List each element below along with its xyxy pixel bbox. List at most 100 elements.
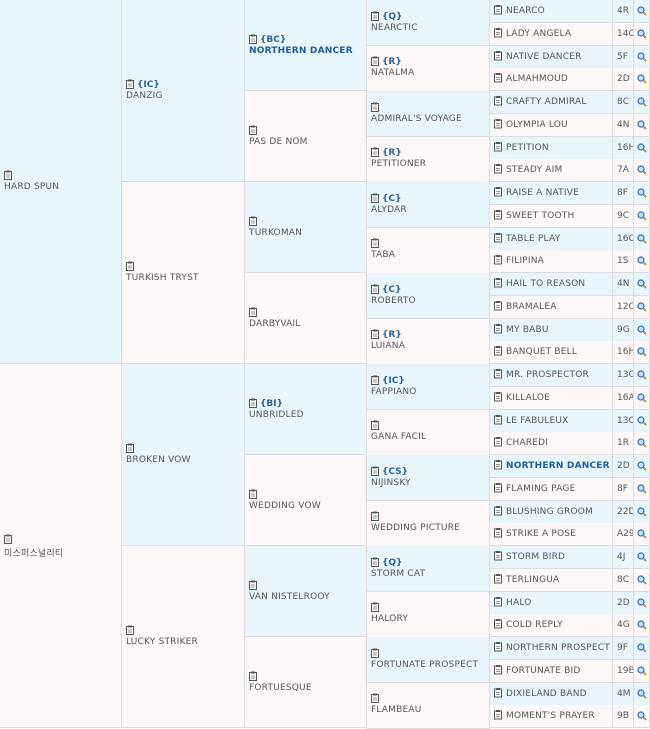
clipboard-icon[interactable] [494,369,502,382]
clipboard-icon[interactable] [371,284,379,294]
magnifier-icon[interactable] [634,23,649,45]
horse-name[interactable]: STORM BIRD [506,552,565,562]
gen4-horse-cell[interactable]: TABA [367,227,490,274]
gen5-horse-cell[interactable]: CHAREDI [490,432,613,456]
horse-name[interactable]: PAS DE NOM [249,137,364,147]
clipboard-icon[interactable] [494,323,502,336]
clipboard-icon[interactable] [494,187,502,200]
gen2-horse-cell[interactable]: BROKEN VOW [122,364,245,546]
magnifier-icon[interactable] [634,637,649,659]
horse-name[interactable]: RAISE A NATIVE [506,188,579,198]
clipboard-icon[interactable] [494,551,502,564]
horse-name[interactable]: PETITION [506,143,549,153]
clipboard-icon[interactable] [494,278,502,291]
gen5-horse-cell[interactable]: NORTHERN PROSPECT [490,637,613,660]
clipboard-icon[interactable] [371,56,379,67]
horse-name[interactable]: PETITIONER [371,159,487,169]
gen5-horse-cell[interactable]: TABLE PLAY [490,227,613,251]
clipboard-icon[interactable] [494,642,502,655]
horse-name[interactable]: FILIPINA [506,256,544,266]
horse-name[interactable]: BROKEN VOW [126,455,242,465]
horse-name[interactable]: VAN NISTELROOY [249,592,364,602]
gen5-horse-cell[interactable]: FLAMING PAGE [490,477,613,501]
gen5-horse-cell[interactable]: DIXIELAND BAND [490,682,613,706]
horse-name[interactable]: UNBRIDLED [249,410,364,420]
gen5-horse-cell[interactable]: STORM BIRD [490,546,613,569]
horse-name[interactable]: TABLE PLAY [506,234,560,244]
horse-name[interactable]: NATALMA [371,68,487,78]
clipboard-icon[interactable] [494,141,502,154]
horse-name[interactable]: DIXIELAND BAND [506,689,587,699]
clipboard-icon[interactable] [126,79,134,89]
gen3-horse-cell[interactable]: TURKOMAN [245,182,367,273]
horse-name[interactable]: GANA FACIL [371,432,487,442]
gen4-horse-cell[interactable]: {CS} NIJINSKY [367,455,490,501]
gen5-horse-cell[interactable]: LADY ANGELA [490,22,613,46]
magnifier-icon[interactable] [634,478,649,500]
magnifier-icon[interactable] [634,319,649,341]
horse-name[interactable]: OLYMPIA LOU [506,120,568,130]
magnifier-icon[interactable] [634,228,649,250]
gen3-horse-cell[interactable]: FORTUESQUE [245,637,367,728]
gen4-horse-cell[interactable]: FORTUNATE PROSPECT [367,637,490,683]
magnifier-icon[interactable] [634,250,649,272]
clipboard-icon[interactable] [371,466,379,476]
clipboard-icon[interactable] [371,420,379,431]
magnifier-icon[interactable] [634,341,649,363]
clipboard-icon[interactable] [371,193,379,203]
gen3-horse-cell[interactable]: {BI} UNBRIDLED [245,364,367,455]
horse-name[interactable]: STORM CAT [371,569,487,579]
magnifier-icon[interactable] [634,546,649,568]
gen4-horse-cell[interactable]: WEDDING PICTURE [367,500,490,547]
clipboard-icon[interactable] [494,5,502,18]
magnifier-icon[interactable] [634,296,649,318]
clipboard-icon[interactable] [494,255,502,268]
clipboard-icon[interactable] [371,602,379,613]
horse-name[interactable]: WEDDING PICTURE [371,523,487,533]
gen4-horse-cell[interactable]: HALORY [367,591,490,638]
horse-name[interactable]: TABA [371,250,487,260]
horse-name[interactable]: HAIL TO REASON [506,279,585,289]
clipboard-icon[interactable] [249,34,257,44]
clipboard-icon[interactable] [249,398,257,408]
clipboard-icon[interactable] [4,170,12,180]
gen4-horse-cell[interactable]: GANA FACIL [367,409,490,456]
horse-name[interactable]: FLAMING PAGE [506,484,575,494]
clipboard-icon[interactable] [494,437,502,450]
magnifier-icon[interactable] [634,455,649,477]
gen2-horse-cell[interactable]: {IC} DANZIG [122,0,245,182]
gen2-horse-cell[interactable]: LUCKY STRIKER [122,546,245,728]
clipboard-icon[interactable] [249,489,257,499]
horse-name[interactable]: NEARCTIC [371,23,487,33]
gen5-horse-cell[interactable]: HALO [490,591,613,615]
magnifier-icon[interactable] [634,273,649,295]
clipboard-icon[interactable] [494,346,502,359]
horse-name[interactable]: MOMENT'S PRAYER [506,711,595,721]
clipboard-icon[interactable] [371,648,379,658]
horse-name[interactable]: ADMIRAL'S VOYAGE [371,114,487,124]
magnifier-icon[interactable] [634,592,649,614]
clipboard-icon[interactable] [494,300,502,313]
gen5-horse-cell[interactable]: NORTHERN DANCER [490,455,613,478]
clipboard-icon[interactable] [371,238,379,249]
gen4-horse-cell[interactable]: {R} NATALMA [367,45,490,92]
horse-name[interactable]: LUCKY STRIKER [126,637,242,647]
gen1-horse-cell[interactable]: 미스퍼스널리티 [0,364,122,728]
magnifier-icon[interactable] [634,68,649,90]
horse-name[interactable]: MR. PROSPECTOR [506,370,589,380]
clipboard-icon[interactable] [249,307,257,317]
horse-name[interactable]: KILLALOE [506,393,550,403]
horse-name[interactable]: DANZIG [126,91,242,101]
gen5-horse-cell[interactable]: FILIPINA [490,250,613,274]
horse-name[interactable]: FAPPIANO [371,387,487,397]
magnifier-icon[interactable] [634,569,649,591]
clipboard-icon[interactable] [494,505,502,518]
horse-name[interactable]: COLD REPLY [506,620,563,630]
gen5-horse-cell[interactable]: STEADY AIM [490,159,613,183]
magnifier-icon[interactable] [634,523,649,545]
magnifier-icon[interactable] [634,114,649,136]
horse-name[interactable]: MY BABU [506,325,549,335]
horse-name[interactable]: CRAFTY ADMIRAL [506,97,587,107]
horse-name[interactable]: LE FABULEUX [506,416,568,426]
horse-name[interactable]: STEADY AIM [506,165,562,175]
